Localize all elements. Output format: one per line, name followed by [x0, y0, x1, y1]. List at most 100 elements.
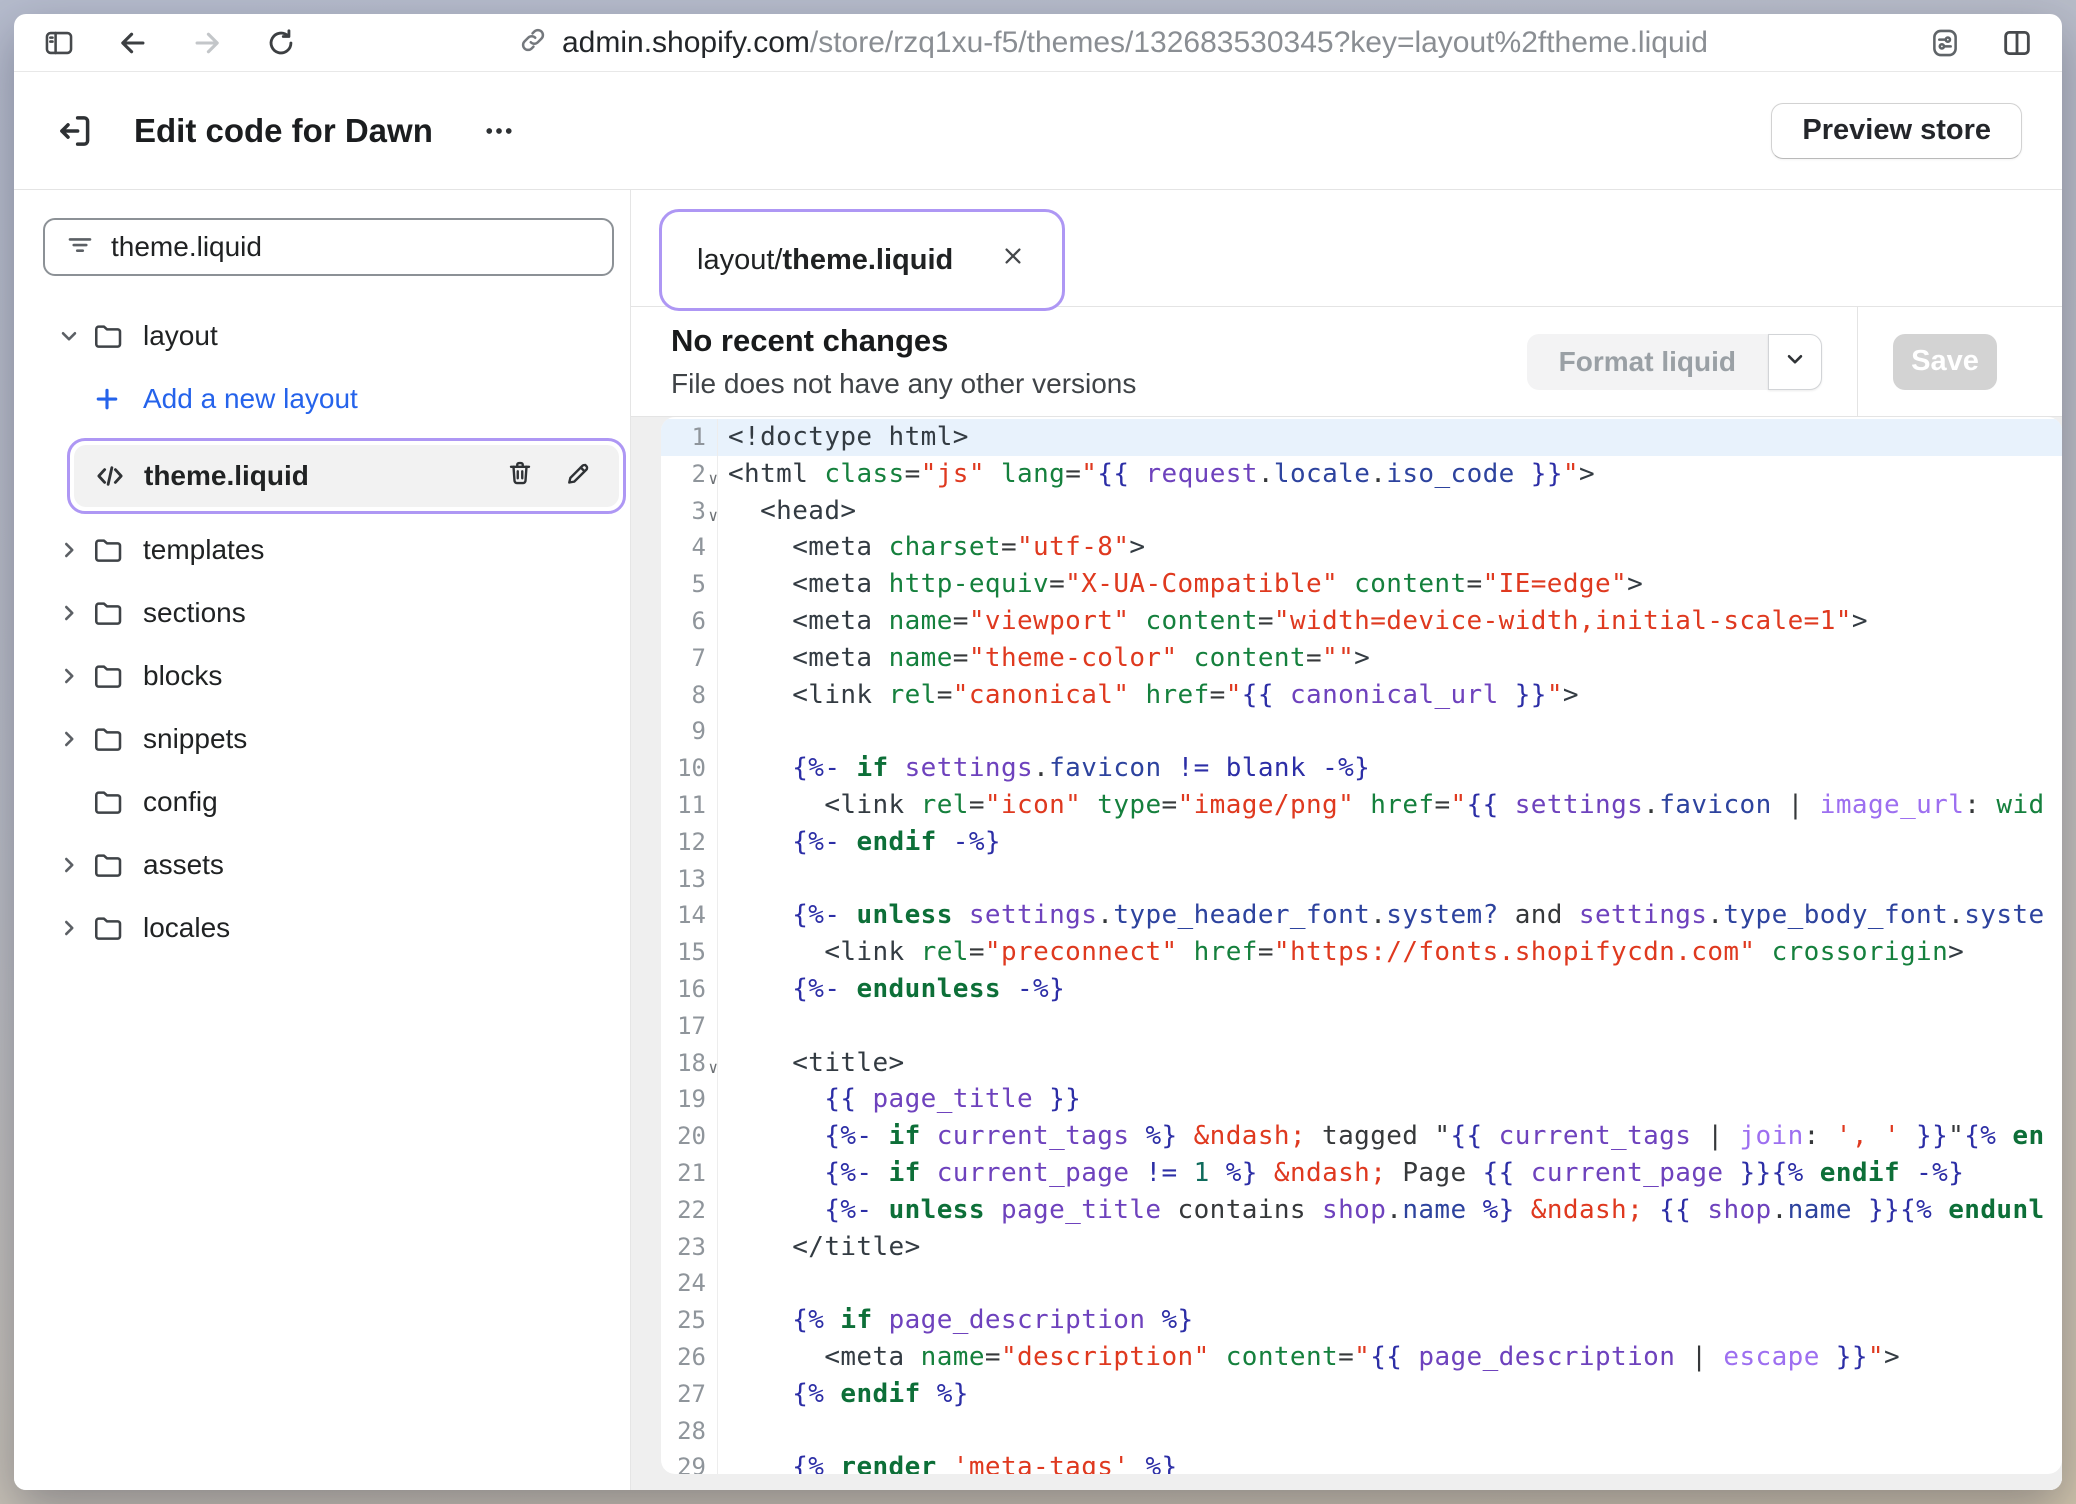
- page-title: Edit code for Dawn: [134, 112, 433, 150]
- code-line[interactable]: 20 {%- if current_tags %} &ndash; tagged…: [661, 1118, 2062, 1155]
- forward-icon[interactable]: [190, 26, 224, 60]
- code-line[interactable]: 27 {% endif %}: [661, 1376, 2062, 1413]
- browser-window: admin.shopify.com/store/rzq1xu-f5/themes…: [14, 14, 2062, 1490]
- code-line[interactable]: 10 {%- if settings.favicon != blank -%}: [661, 750, 2062, 787]
- line-number: 17: [661, 1008, 718, 1045]
- add-new-layout-link[interactable]: Add a new layout: [56, 375, 626, 423]
- tree-item-label: locales: [143, 912, 230, 944]
- tree-item-label: sections: [143, 597, 246, 629]
- tree-item-label: templates: [143, 534, 264, 566]
- code-line[interactable]: 2∨<html class="js" lang="{{ request.loca…: [661, 456, 2062, 493]
- code-line[interactable]: 14 {%- unless settings.type_header_font.…: [661, 897, 2062, 934]
- code-line[interactable]: 25 {% if page_description %}: [661, 1302, 2062, 1339]
- tree-item-label: theme.liquid: [144, 460, 309, 492]
- code-line[interactable]: 17: [661, 1008, 2062, 1045]
- tree-item-config[interactable]: config: [56, 778, 626, 826]
- tab-file-name: theme.liquid: [782, 244, 953, 276]
- code-line[interactable]: 11 <link rel="icon" type="image/png" hre…: [661, 787, 2062, 824]
- tab-close-icon[interactable]: [999, 242, 1027, 278]
- code-line[interactable]: 19 {{ page_title }}: [661, 1081, 2062, 1118]
- reload-icon[interactable]: [264, 26, 298, 60]
- code-line[interactable]: 24: [661, 1265, 2062, 1302]
- exit-editor-icon[interactable]: [54, 110, 96, 152]
- back-icon[interactable]: [116, 26, 150, 60]
- code-line[interactable]: 18∨ <title>: [661, 1045, 2062, 1082]
- line-number: 10: [661, 750, 718, 787]
- code-line[interactable]: 22 {%- unless page_title contains shop.n…: [661, 1192, 2062, 1229]
- browser-settings-icon[interactable]: [1928, 26, 1962, 60]
- line-number: 21: [661, 1155, 718, 1192]
- tree-item-blocks[interactable]: blocks: [56, 652, 626, 700]
- tree-item-label: assets: [143, 849, 224, 881]
- folder-icon: [92, 786, 126, 818]
- format-liquid-button[interactable]: Format liquid: [1527, 334, 1768, 390]
- folder-icon: [92, 849, 126, 881]
- filter-icon: [65, 230, 95, 265]
- link-icon: [518, 25, 548, 60]
- preview-store-button[interactable]: Preview store: [1771, 103, 2022, 159]
- line-number: 19: [661, 1081, 718, 1118]
- code-line[interactable]: 8 <link rel="canonical" href="{{ canonic…: [661, 677, 2062, 714]
- chevron-right-icon[interactable]: [56, 663, 92, 689]
- tree-item-layout[interactable]: layout: [56, 312, 626, 360]
- code-line[interactable]: 5 <meta http-equiv="X-UA-Compatible" con…: [661, 566, 2062, 603]
- code-line[interactable]: 9: [661, 713, 2062, 750]
- editor-toolbar: No recent changes File does not have any…: [631, 307, 2062, 417]
- code-editor[interactable]: 1<!doctype html>2∨<html class="js" lang=…: [661, 417, 2062, 1474]
- folder-icon: [92, 534, 126, 566]
- chevron-right-icon[interactable]: [56, 726, 92, 752]
- code-line[interactable]: 7 <meta name="theme-color" content="">: [661, 640, 2062, 677]
- code-line[interactable]: 16 {%- endunless -%}: [661, 971, 2062, 1008]
- code-line[interactable]: 13: [661, 861, 2062, 898]
- line-number: 6: [661, 603, 718, 640]
- chevron-right-icon[interactable]: [56, 852, 92, 878]
- line-number: 12: [661, 824, 718, 861]
- code-line[interactable]: 28: [661, 1413, 2062, 1450]
- code-line[interactable]: 3∨ <head>: [661, 493, 2062, 530]
- rename-file-icon[interactable]: [563, 458, 593, 495]
- more-actions-icon[interactable]: [481, 113, 517, 149]
- code-line[interactable]: 4 <meta charset="utf-8">: [661, 529, 2062, 566]
- search-input[interactable]: [111, 231, 592, 263]
- tree-item-assets[interactable]: assets: [56, 841, 626, 889]
- split-view-icon[interactable]: [2000, 26, 2034, 60]
- code-line[interactable]: 12 {%- endif -%}: [661, 824, 2062, 861]
- line-number: 24: [661, 1265, 718, 1302]
- code-line[interactable]: 23 </title>: [661, 1229, 2062, 1266]
- line-number: 26: [661, 1339, 718, 1376]
- line-number: 20: [661, 1118, 718, 1155]
- sidebar-toggle-icon[interactable]: [42, 26, 76, 60]
- browser-toolbar: admin.shopify.com/store/rzq1xu-f5/themes…: [14, 14, 2062, 72]
- tree-item-label: config: [143, 786, 218, 818]
- address-bar[interactable]: admin.shopify.com/store/rzq1xu-f5/themes…: [298, 25, 1928, 60]
- line-number: 3∨: [661, 493, 718, 530]
- tree-item-sections[interactable]: sections: [56, 589, 626, 637]
- code-line[interactable]: 29 {% render 'meta-tags' %}: [661, 1449, 2062, 1474]
- file-sidebar: layout Add a new layout theme.liquid templa…: [14, 190, 631, 1490]
- format-liquid-dropdown[interactable]: [1768, 334, 1822, 390]
- save-button[interactable]: Save: [1893, 334, 1997, 390]
- chevron-down-icon[interactable]: [56, 323, 92, 349]
- code-line[interactable]: 1<!doctype html>: [661, 419, 2062, 456]
- chevron-right-icon[interactable]: [56, 600, 92, 626]
- code-line[interactable]: 26 <meta name="description" content="{{ …: [661, 1339, 2062, 1376]
- line-number: 29: [661, 1449, 718, 1474]
- chevron-right-icon[interactable]: [56, 915, 92, 941]
- delete-file-icon[interactable]: [505, 458, 535, 495]
- line-number: 16: [661, 971, 718, 1008]
- chevron-right-icon[interactable]: [56, 537, 92, 563]
- tab-layout-theme-liquid[interactable]: layout/theme.liquid: [667, 217, 1057, 303]
- line-number: 9: [661, 713, 718, 750]
- tree-item-theme.liquid[interactable]: theme.liquid: [74, 445, 619, 507]
- file-search[interactable]: [43, 218, 614, 276]
- tree-item-snippets[interactable]: snippets: [56, 715, 626, 763]
- revision-status-title: No recent changes: [671, 323, 1136, 359]
- tree-item-templates[interactable]: templates: [56, 526, 626, 574]
- code-line[interactable]: 21 {%- if current_page != 1 %} &ndash; P…: [661, 1155, 2062, 1192]
- code-editor-region: 1<!doctype html>2∨<html class="js" lang=…: [631, 417, 2062, 1490]
- editor-main: layout/theme.liquid No recent changes Fi…: [631, 190, 2062, 1490]
- tree-item-locales[interactable]: locales: [56, 904, 626, 952]
- line-number: 4: [661, 529, 718, 566]
- code-line[interactable]: 15 <link rel="preconnect" href="https://…: [661, 934, 2062, 971]
- code-line[interactable]: 6 <meta name="viewport" content="width=d…: [661, 603, 2062, 640]
